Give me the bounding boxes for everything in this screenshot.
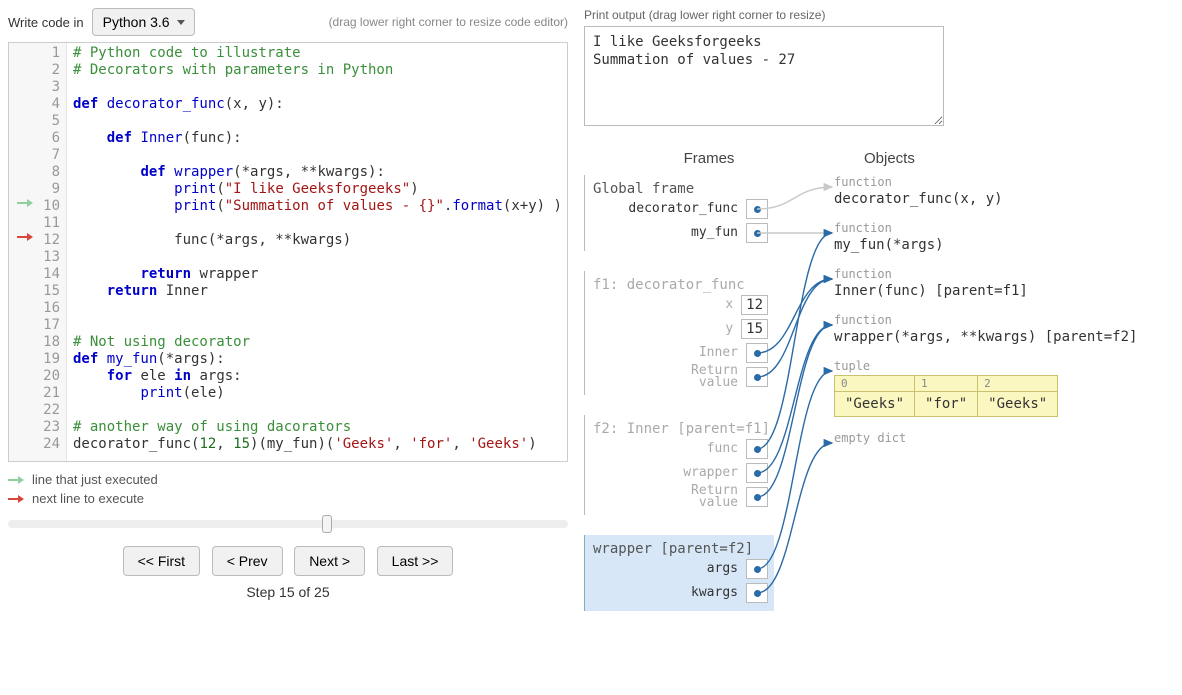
code-line[interactable] bbox=[73, 79, 567, 96]
object: functionmy_fun(*args) bbox=[834, 221, 1137, 253]
line-number: 3 bbox=[9, 79, 66, 96]
code-line[interactable] bbox=[73, 147, 567, 164]
line-number: 11 bbox=[9, 215, 66, 232]
code-line[interactable]: # Decorators with parameters in Python bbox=[73, 62, 567, 79]
frame-var: args bbox=[585, 557, 774, 581]
frame: wrapper [parent=f2]argskwargs bbox=[584, 535, 774, 611]
line-number: 19 bbox=[9, 351, 66, 368]
line-number: 1 bbox=[9, 45, 66, 62]
frame-title: f2: Inner [parent=f1] bbox=[585, 421, 774, 437]
legend-prev-label: line that just executed bbox=[32, 472, 158, 487]
object-type: tuple bbox=[834, 359, 1137, 373]
line-number: 6 bbox=[9, 130, 66, 147]
object: functionwrapper(*args, **kwargs) [parent… bbox=[834, 313, 1137, 345]
frame-var: func bbox=[585, 437, 774, 461]
frame-var: my_fun bbox=[585, 221, 774, 245]
line-number: 16 bbox=[9, 300, 66, 317]
object: functiondecorator_func(x, y) bbox=[834, 175, 1137, 207]
code-line[interactable]: print(ele) bbox=[73, 385, 567, 402]
line-number: 20 bbox=[9, 368, 66, 385]
code-line[interactable]: def decorator_func(x, y): bbox=[73, 96, 567, 113]
code-line[interactable]: def my_fun(*args): bbox=[73, 351, 567, 368]
prev-button[interactable]: < Prev bbox=[212, 546, 283, 576]
frame-title: f1: decorator_func bbox=[585, 277, 774, 293]
code-line[interactable]: return Inner bbox=[73, 283, 567, 300]
line-number: 10 bbox=[9, 198, 66, 215]
object: tuple012"Geeks""for""Geeks" bbox=[834, 359, 1137, 417]
line-number: 12 bbox=[9, 232, 66, 249]
frame-var: Return value bbox=[585, 365, 774, 389]
object-type: function bbox=[834, 221, 1137, 235]
legend-next-label: next line to execute bbox=[32, 491, 144, 506]
object-type: function bbox=[834, 313, 1137, 327]
line-number: 18 bbox=[9, 334, 66, 351]
line-number: 7 bbox=[9, 147, 66, 164]
code-line[interactable]: return wrapper bbox=[73, 266, 567, 283]
code-line[interactable] bbox=[73, 249, 567, 266]
frame-var: Return value bbox=[585, 485, 774, 509]
arrow-prev-icon bbox=[8, 476, 26, 484]
frame: Global framedecorator_funcmy_fun bbox=[584, 175, 774, 251]
line-number: 14 bbox=[9, 266, 66, 283]
frame: f2: Inner [parent=f1]funcwrapperReturn v… bbox=[584, 415, 774, 515]
code-line[interactable]: func(*args, **kwargs) bbox=[73, 232, 567, 249]
line-number: 8 bbox=[9, 164, 66, 181]
code-line[interactable]: print("Summation of values - {}".format(… bbox=[73, 198, 567, 215]
code-line[interactable] bbox=[73, 113, 567, 130]
frame-var: x12 bbox=[585, 293, 774, 317]
frame-var: kwargs bbox=[585, 581, 774, 605]
code-line[interactable]: def Inner(func): bbox=[73, 130, 567, 147]
legend: line that just executed next line to exe… bbox=[8, 472, 568, 506]
frame-title: wrapper [parent=f2] bbox=[585, 541, 774, 557]
line-number: 23 bbox=[9, 419, 66, 436]
object-type: function bbox=[834, 267, 1137, 281]
resize-hint: (drag lower right corner to resize code … bbox=[329, 15, 568, 29]
code-line[interactable]: print("I like Geeksforgeeks") bbox=[73, 181, 567, 198]
code-line[interactable] bbox=[73, 402, 567, 419]
line-number: 5 bbox=[9, 113, 66, 130]
output-box[interactable]: I like Geeksforgeeks Summation of values… bbox=[584, 26, 944, 126]
frame-var: y15 bbox=[585, 317, 774, 341]
step-slider[interactable] bbox=[8, 520, 568, 528]
code-line[interactable] bbox=[73, 215, 567, 232]
line-number: 2 bbox=[9, 62, 66, 79]
line-number: 4 bbox=[9, 96, 66, 113]
objects-header: Objects bbox=[834, 150, 1174, 167]
line-number: 24 bbox=[9, 436, 66, 453]
frame-var: Inner bbox=[585, 341, 774, 365]
frame: f1: decorator_funcx12y15InnerReturn valu… bbox=[584, 271, 774, 395]
code-line[interactable]: # Python code to illustrate bbox=[73, 45, 567, 62]
last-button[interactable]: Last >> bbox=[377, 546, 454, 576]
language-select[interactable]: Python 3.6 bbox=[92, 8, 195, 36]
line-number: 22 bbox=[9, 402, 66, 419]
line-number: 13 bbox=[9, 249, 66, 266]
next-button[interactable]: Next > bbox=[294, 546, 365, 576]
object: functionInner(func) [parent=f1] bbox=[834, 267, 1137, 299]
step-counter: Step 15 of 25 bbox=[8, 584, 568, 600]
object: empty dict bbox=[834, 431, 1137, 445]
line-number: 15 bbox=[9, 283, 66, 300]
slider-thumb[interactable] bbox=[322, 515, 332, 533]
first-button[interactable]: << First bbox=[123, 546, 200, 576]
code-line[interactable]: # Not using decorator bbox=[73, 334, 567, 351]
code-editor[interactable]: 123456789101112131415161718192021222324 … bbox=[8, 42, 568, 462]
output-label: Print output (drag lower right corner to… bbox=[584, 8, 1174, 22]
code-line[interactable]: def wrapper(*args, **kwargs): bbox=[73, 164, 567, 181]
object-type: function bbox=[834, 175, 1137, 189]
line-number: 9 bbox=[9, 181, 66, 198]
code-line[interactable] bbox=[73, 300, 567, 317]
arrow-next-icon bbox=[8, 495, 26, 503]
frame-var: decorator_func bbox=[585, 197, 774, 221]
line-number: 17 bbox=[9, 317, 66, 334]
line-number: 21 bbox=[9, 385, 66, 402]
code-line[interactable] bbox=[73, 317, 567, 334]
code-line[interactable]: for ele in args: bbox=[73, 368, 567, 385]
frames-header: Frames bbox=[584, 150, 834, 167]
code-line[interactable]: # another way of using dacorators bbox=[73, 419, 567, 436]
code-line[interactable]: decorator_func(12, 15)(my_fun)('Geeks', … bbox=[73, 436, 567, 453]
object-type: empty dict bbox=[834, 431, 1137, 445]
write-code-label: Write code in bbox=[8, 15, 84, 30]
frame-title: Global frame bbox=[585, 181, 774, 197]
frame-var: wrapper bbox=[585, 461, 774, 485]
